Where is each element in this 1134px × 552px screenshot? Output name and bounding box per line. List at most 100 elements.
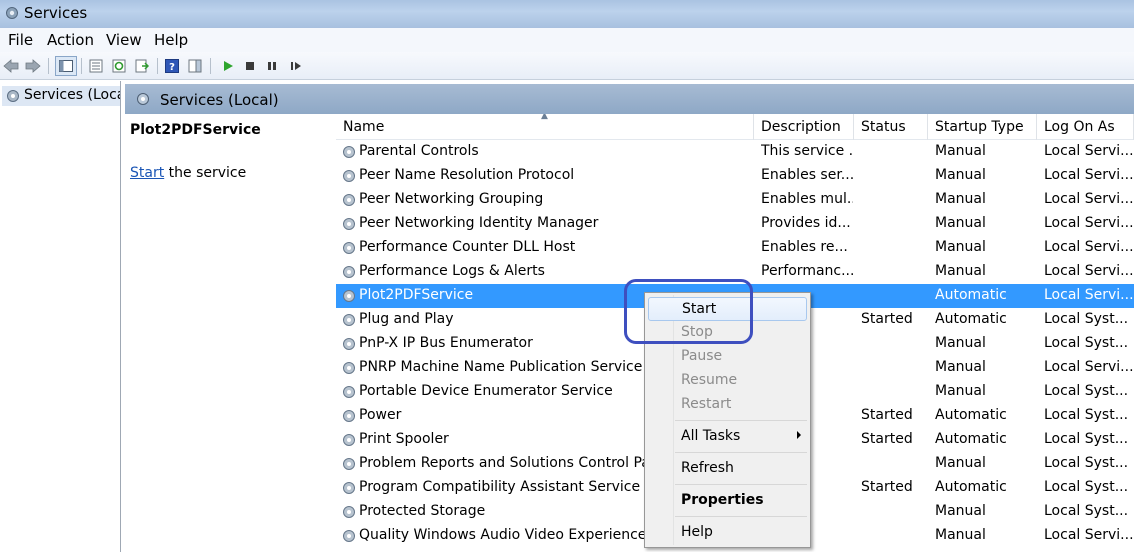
column-header-startup-type[interactable]: Startup Type [928,114,1037,140]
service-status-cell: Started [861,431,913,447]
service-description-cell: Enables ser... [761,167,853,183]
context-menu-label: Stop [681,324,713,340]
service-startup-cell: Manual [935,263,986,279]
context-menu-resume: Resume [648,369,807,393]
service-logon-cell: Local Syst... [1044,431,1129,447]
table-row[interactable]: Parental Controls This service ... Manual L… [336,140,1134,164]
context-menu-separator [675,420,807,421]
service-gear-icon [343,314,355,326]
service-name-cell: Performance Counter DLL Host [359,239,576,255]
service-action-suffix: the service [164,165,247,181]
table-row[interactable]: Peer Networking Identity Manager Provides… [336,212,1134,236]
toolbar-separator [48,58,49,74]
service-description-cell: Provides id... [761,215,851,231]
service-startup-cell: Manual [935,383,986,399]
start-service-icon[interactable] [219,57,237,75]
service-gear-icon [343,386,355,398]
context-menu-stop: Stop [648,321,807,345]
help-icon[interactable]: ? [163,57,181,75]
service-logon-cell: Local Syst... [1044,311,1129,327]
gear-icon [6,7,18,19]
service-gear-icon [343,530,355,542]
service-logon-cell: Local Servi... [1044,527,1134,543]
back-arrow-icon[interactable] [2,57,20,75]
show-hide-tree-icon[interactable] [55,56,77,76]
context-menu-start[interactable]: Start [648,297,807,321]
action-pane-icon[interactable] [186,57,204,75]
properties-icon[interactable] [87,57,105,75]
menu-help[interactable]: Help [154,31,188,49]
menu-action[interactable]: Action [47,31,94,49]
service-startup-cell: Manual [935,455,986,471]
context-menu-pause: Pause [648,345,807,369]
stop-service-icon[interactable] [241,57,259,75]
toolbar-separator [157,58,158,74]
service-description-cell: Performanc... [761,263,853,279]
service-startup-cell: Manual [935,191,986,207]
context-menu-label: Pause [681,348,723,364]
console-tree: Services (Local) [0,81,121,552]
service-logon-cell: Local Syst... [1044,479,1129,495]
table-row[interactable]: Peer Name Resolution Protocol Enables ser… [336,164,1134,188]
pause-service-icon[interactable] [263,57,281,75]
context-menu-help[interactable]: Help [648,521,807,545]
service-gear-icon [343,362,355,374]
toolbar-separator [210,58,211,74]
selected-service-name: Plot2PDFService [130,122,261,138]
start-service-link[interactable]: Start [130,165,164,181]
service-gear-icon [343,410,355,422]
context-menu-refresh[interactable]: Refresh [648,457,807,481]
service-logon-cell: Local Syst... [1044,503,1129,519]
context-menu-separator [675,516,807,517]
resume-service-icon[interactable] [287,57,305,75]
context-menu: Start Stop Pause Resume Restart All Task… [644,292,811,548]
tree-node-services-local[interactable]: Services (Local) [2,86,120,106]
context-menu-properties[interactable]: Properties [648,489,807,513]
service-status-cell: Started [861,479,913,495]
service-startup-cell: Automatic [935,479,1007,495]
service-startup-cell: Automatic [935,407,1007,423]
service-logon-cell: Local Servi... [1044,239,1134,255]
context-menu-separator [675,452,807,453]
column-header-status[interactable]: Status [854,114,928,140]
forward-arrow-icon[interactable] [24,57,42,75]
service-logon-cell: Local Servi... [1044,215,1134,231]
table-row[interactable]: Performance Logs & Alerts Performanc... Ma… [336,260,1134,284]
context-menu-label: Restart [681,396,732,412]
menu-file[interactable]: File [8,31,33,49]
column-header-description[interactable]: Description [754,114,854,140]
service-name-cell: Performance Logs & Alerts [359,263,545,279]
context-menu-all-tasks[interactable]: All Tasks [648,425,807,449]
service-logon-cell: Local Syst... [1044,455,1129,471]
table-row[interactable]: Performance Counter DLL Host Enables re..… [336,236,1134,260]
refresh-icon[interactable] [110,57,128,75]
menu-view[interactable]: View [106,31,142,49]
gear-icon [137,93,149,105]
service-logon-cell: Local Syst... [1044,383,1129,399]
export-list-icon[interactable] [133,57,151,75]
pane-title: Services (Local) [160,91,279,109]
svg-text:?: ? [169,62,175,73]
toolbar: ? [0,52,1134,80]
service-startup-cell: Manual [935,359,986,375]
service-gear-icon [343,338,355,350]
service-startup-cell: Manual [935,239,986,255]
service-gear-icon [343,458,355,470]
service-startup-cell: Automatic [935,287,1007,303]
service-gear-icon [343,242,355,254]
tree-node-label: Services (Local) [24,87,120,103]
service-logon-cell: Local Servi... [1044,167,1134,183]
context-menu-label: Refresh [681,460,734,476]
service-gear-icon [343,434,355,446]
service-gear-icon [343,170,355,182]
context-menu-label: Properties [681,492,764,508]
service-gear-icon [343,218,355,230]
list-header: ▲ Name Description Status Startup Type L… [336,114,1134,140]
service-startup-cell: Manual [935,335,986,351]
column-header-log-on-as[interactable]: Log On As [1037,114,1134,140]
column-header-name[interactable]: Name [336,114,754,140]
table-row[interactable]: Peer Networking Grouping Enables mul... Ma… [336,188,1134,212]
service-name-cell: Peer Networking Identity Manager [359,215,599,231]
service-description-cell: Enables mul... [761,191,853,207]
context-menu-separator [675,484,807,485]
